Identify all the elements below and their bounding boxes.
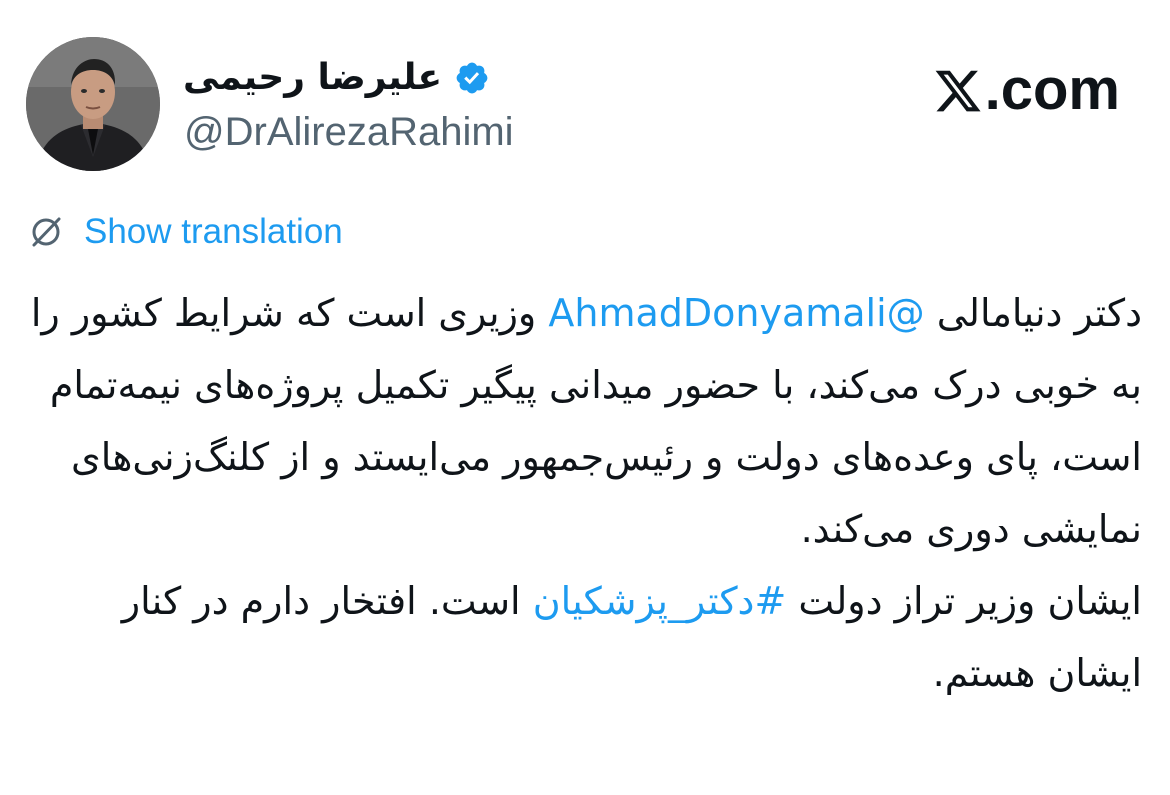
author-display-name[interactable]: علیرضا رحیمی [183, 52, 442, 104]
x-com-brand: .com [933, 58, 1120, 122]
avatar[interactable] [26, 37, 160, 171]
tweet-paragraph-2: ایشان وزیر تراز دولت #دکتر_پزشکیان است. … [16, 565, 1142, 709]
tweet-text: دکتر دنیامالی @AhmadDonyamali وزیری است … [16, 277, 1142, 709]
brand-domain-text: .com [984, 57, 1120, 122]
verified-badge-icon [454, 60, 490, 96]
show-translation-button[interactable]: Show translation [26, 210, 343, 254]
profile-photo [26, 37, 160, 171]
tweet-paragraph-1: دکتر دنیامالی @AhmadDonyamali وزیری است … [16, 277, 1142, 565]
hashtag-link[interactable]: #دکتر_پزشکیان [533, 579, 787, 623]
show-translation-label[interactable]: Show translation [84, 210, 343, 254]
tweet-text-segment: دکتر دنیامالی [924, 291, 1142, 335]
author-handle[interactable]: @DrAlirezaRahimi [184, 108, 514, 156]
x-logo-icon [933, 65, 983, 115]
tweet-text-segment: ایشان وزیر تراز دولت [786, 579, 1142, 623]
globe-slash-icon [26, 212, 66, 252]
mention-link[interactable]: @AhmadDonyamali [548, 291, 924, 335]
author-name-row[interactable]: علیرضا رحیمی [183, 52, 490, 104]
